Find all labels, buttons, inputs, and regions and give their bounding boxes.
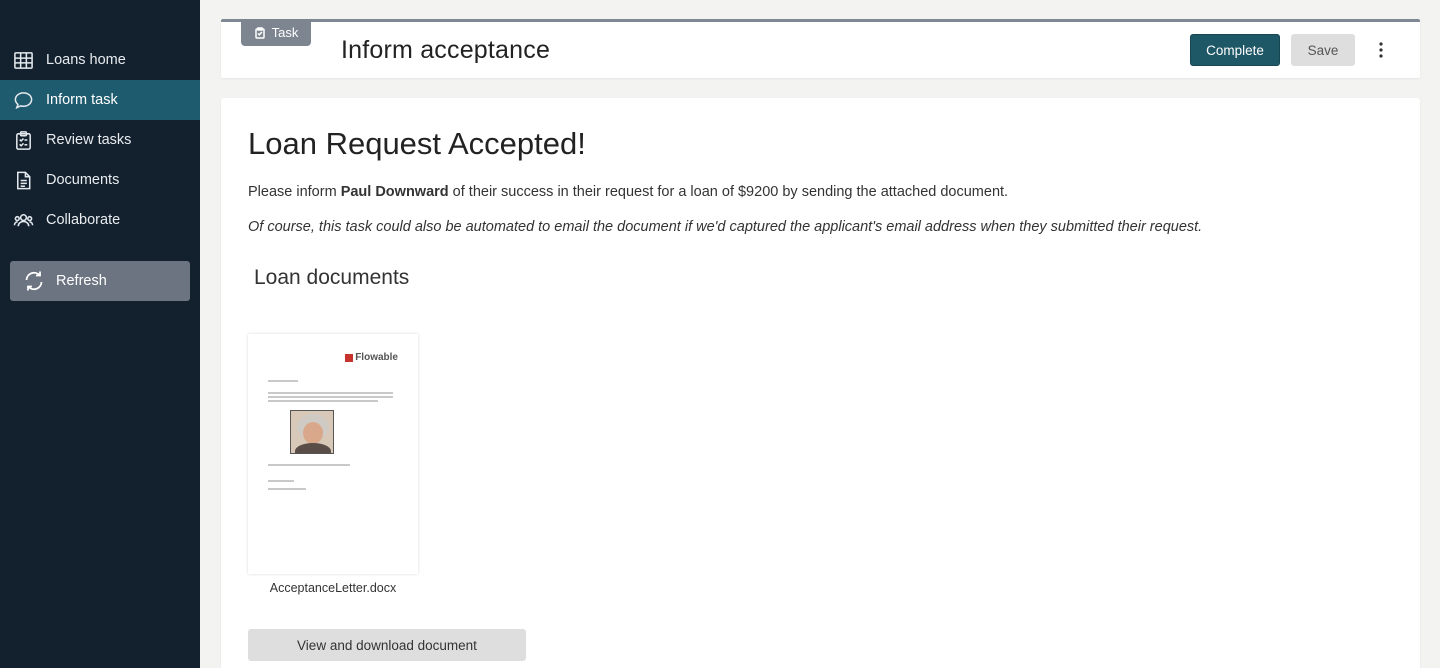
chat-bubble-icon [12,89,34,111]
letter-line [268,400,378,402]
letter-line [268,480,294,482]
complete-button[interactable]: Complete [1190,34,1280,66]
more-options-button[interactable] [1371,36,1391,64]
task-header: Task Inform acceptance Complete Save [221,19,1420,78]
sidebar-item-documents[interactable]: Documents [0,160,200,200]
automation-note: Of course, this task could also be autom… [248,219,1203,235]
sidebar-item-label: Inform task [46,92,118,108]
refresh-button[interactable]: Refresh [10,261,190,301]
sidebar-item-review-tasks[interactable]: Review tasks [0,120,200,160]
clipboard-icon [12,129,34,151]
sidebar-nav: Loans home Inform task Review tasks Docu… [0,40,200,240]
task-tab-label: Task [271,25,299,40]
letter-line [268,464,350,466]
save-button[interactable]: Save [1291,34,1355,66]
sidebar-item-label: Review tasks [46,132,132,148]
flowable-logo-mark [345,353,354,362]
document-filename: AcceptanceLetter.docx [269,581,397,595]
flowable-logo-text: Flowable [355,352,398,363]
page-title: Inform acceptance [341,36,551,64]
task-form: Loan Request Accepted! Please inform Pau… [221,98,1420,668]
refresh-label: Refresh [56,273,107,289]
sidebar-item-label: Documents [46,172,120,188]
sidebar-item-label: Collaborate [46,212,121,228]
letter-line [268,488,306,490]
sidebar: Loans home Inform task Review tasks Docu… [0,0,200,668]
intro-text: Please inform Paul Downward of their suc… [248,184,1008,200]
applicant-name: Paul Downward [340,184,449,200]
flowable-logo: Flowable [345,352,398,363]
task-tab: Task [241,19,311,46]
sidebar-item-loans-home[interactable]: Loans home [0,40,200,80]
sidebar-item-label: Loans home [46,52,126,68]
letter-line [268,392,393,394]
intro-suffix: of their success in their request for a … [448,184,1009,200]
table-grid-icon [12,49,34,71]
document-thumbnail[interactable]: Flowable [248,334,418,574]
applicant-photo [290,410,334,454]
sidebar-item-collaborate[interactable]: Collaborate [0,200,200,240]
refresh-icon [25,271,43,291]
view-download-document-button[interactable]: View and download document [248,629,526,661]
letter-line [268,396,393,398]
form-heading: Loan Request Accepted! [248,126,586,161]
more-vertical-icon [1379,42,1383,58]
clipboard-icon [254,26,265,39]
letter-line [268,380,298,382]
document-icon [12,169,34,191]
intro-prefix: Please inform [248,184,341,200]
sidebar-item-inform-task[interactable]: Inform task [0,80,200,120]
documents-section-title: Loan documents [254,266,410,289]
people-icon [12,209,34,231]
